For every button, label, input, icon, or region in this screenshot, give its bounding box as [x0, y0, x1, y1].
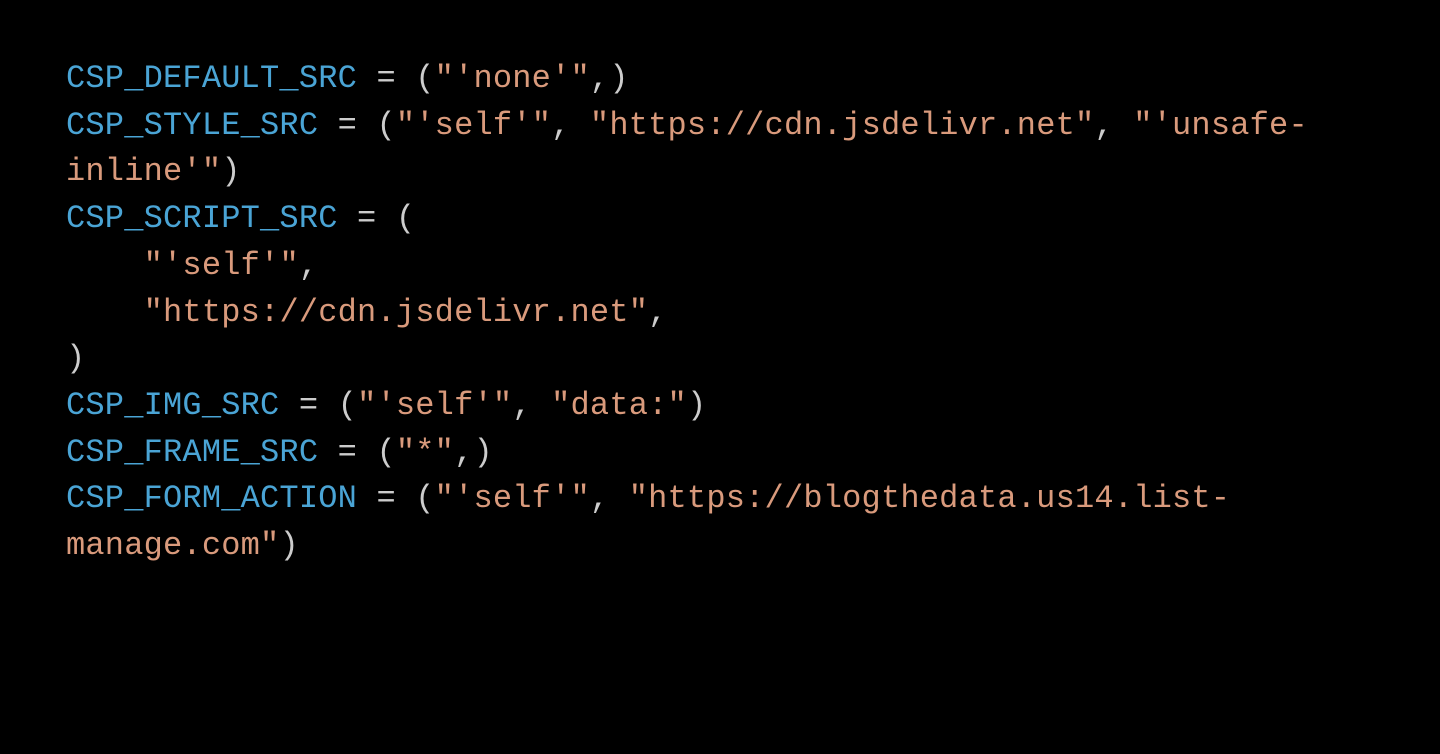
code-token: "'self'" — [357, 387, 512, 424]
code-token: , — [299, 247, 318, 284]
code-token: , — [1094, 107, 1133, 144]
code-token: CSP_DEFAULT_SRC — [66, 60, 357, 97]
code-token: ,) — [454, 434, 493, 471]
code-token: "https://cdn.jsdelivr.net" — [590, 107, 1094, 144]
code-token: "data:" — [551, 387, 687, 424]
code-token: ) — [279, 527, 298, 564]
code-token: CSP_FRAME_SRC — [66, 434, 318, 471]
code-token: ) — [687, 387, 706, 424]
code-token: ) — [66, 340, 85, 377]
code-token: = — [318, 434, 376, 471]
code-token — [66, 247, 144, 284]
code-token: , — [551, 107, 590, 144]
code-token: CSP_FORM_ACTION — [66, 480, 357, 517]
code-token: = — [338, 200, 396, 237]
code-token — [66, 294, 144, 331]
code-token: CSP_STYLE_SRC — [66, 107, 318, 144]
code-token: , — [590, 480, 629, 517]
code-token: ( — [376, 434, 395, 471]
code-token: CSP_SCRIPT_SRC — [66, 200, 338, 237]
code-token: ( — [415, 480, 434, 517]
code-token: , — [512, 387, 551, 424]
code-block: CSP_DEFAULT_SRC = ("'none'",) CSP_STYLE_… — [0, 0, 1440, 626]
code-token: "https://cdn.jsdelivr.net" — [144, 294, 648, 331]
code-token: ,) — [590, 60, 629, 97]
code-token: CSP_IMG_SRC — [66, 387, 279, 424]
code-token: ( — [376, 107, 395, 144]
code-token: "'none'" — [435, 60, 590, 97]
code-token: = — [357, 480, 415, 517]
code-token: ( — [415, 60, 434, 97]
code-token: ( — [338, 387, 357, 424]
code-token: = — [279, 387, 337, 424]
code-token: ) — [221, 153, 240, 190]
code-token: = — [318, 107, 376, 144]
code-token: "'self'" — [396, 107, 551, 144]
code-token: "'self'" — [435, 480, 590, 517]
code-token: = — [357, 60, 415, 97]
code-token: "'self'" — [144, 247, 299, 284]
code-token: "*" — [396, 434, 454, 471]
code-token: ( — [396, 200, 415, 237]
code-token: , — [648, 294, 667, 331]
